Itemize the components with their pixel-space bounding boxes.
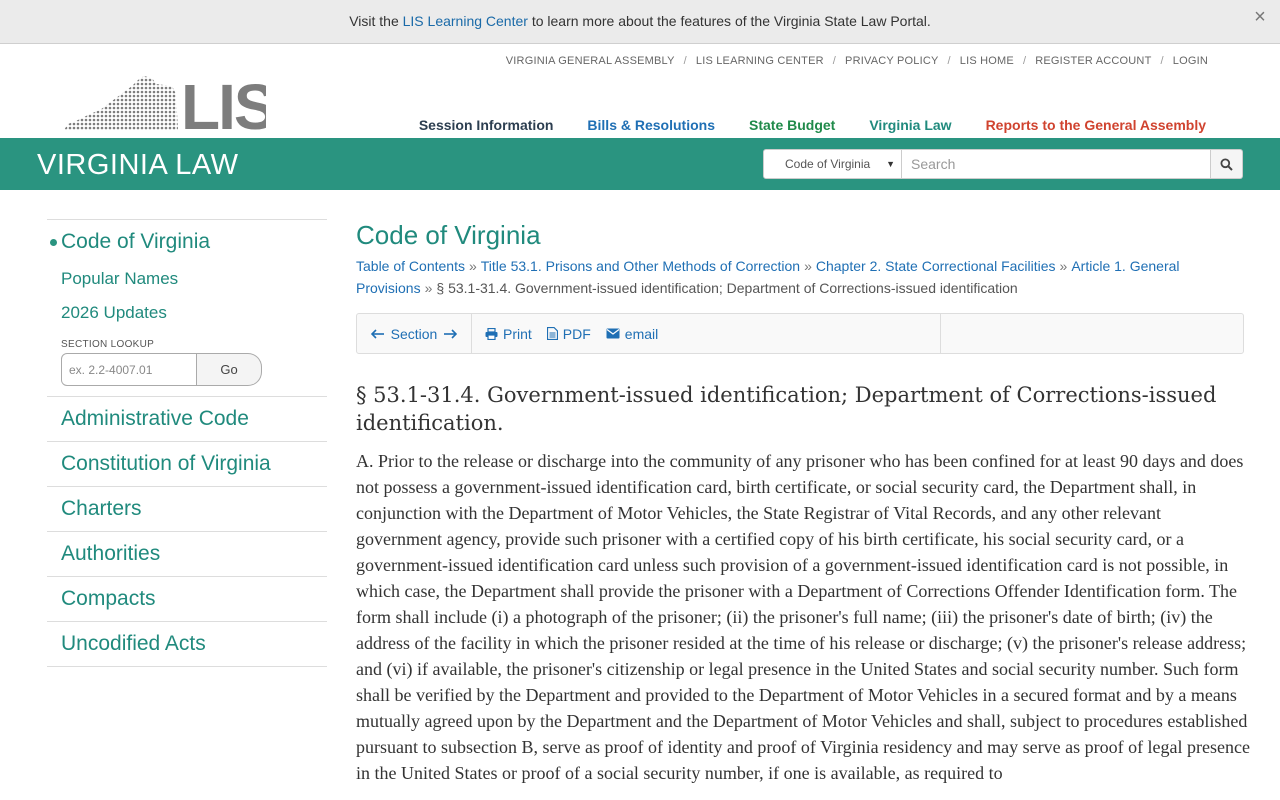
notice-banner: Visit the LIS Learning Center to learn m… [0, 0, 1280, 44]
util-link-learning-center[interactable]: LIS LEARNING CENTER [696, 55, 824, 67]
sidebar-item-charters[interactable]: Charters [47, 487, 327, 532]
section-lookup: Go [61, 353, 327, 386]
print-label: Print [503, 325, 532, 342]
page-title: Code of Virginia [356, 220, 541, 250]
util-separator: / [1160, 55, 1164, 67]
breadcrumb-separator: » [424, 280, 433, 296]
email-button[interactable]: email [606, 326, 658, 342]
email-label: email [624, 325, 659, 342]
search-input[interactable] [902, 149, 1211, 179]
nav-state-budget[interactable]: State Budget [749, 117, 835, 133]
util-link-login[interactable]: LOGIN [1173, 55, 1208, 67]
breadcrumb-chapter[interactable]: Chapter 2. State Correctional Facilities [816, 258, 1056, 274]
search-icon [1220, 158, 1233, 171]
arrow-right-icon[interactable] [443, 328, 458, 339]
section-toolbar: Section Print PDF email [356, 313, 1244, 354]
section-lookup-label: SECTION LOOKUP [61, 339, 155, 350]
util-separator: / [683, 55, 687, 67]
sidebar-item-authorities[interactable]: Authorities [47, 532, 327, 577]
breadcrumb-separator: » [804, 258, 812, 274]
section-actions: Print PDF email [472, 314, 941, 353]
logo-text: LIS [181, 74, 266, 132]
section-heading: § 53.1-31.4. Government-issued identific… [356, 383, 1217, 435]
util-separator: / [947, 55, 951, 67]
sidebar-section-code: Code of Virginia Popular Names 2026 Upda… [47, 220, 327, 397]
active-bullet-icon [50, 239, 57, 246]
lis-logo[interactable]: LIS [64, 74, 266, 132]
site-title[interactable]: VIRGINIA LAW [37, 149, 239, 182]
breadcrumb-current: § 53.1-31.4. Government-issued identific… [436, 280, 1018, 296]
notice-text: Visit the LIS Learning Center to learn m… [0, 13, 1280, 29]
section-navigation: Section [357, 314, 472, 353]
sidebar-item-administrative-code[interactable]: Administrative Code [47, 397, 327, 442]
notice-suffix: to learn more about the features of the … [527, 13, 931, 29]
arrow-left-icon[interactable] [370, 328, 385, 339]
pdf-label: PDF [562, 325, 591, 342]
breadcrumb-table-of-contents[interactable]: Table of Contents [356, 258, 465, 274]
breadcrumb: Table of Contents» Title 53.1. Prisons an… [356, 255, 1251, 299]
breadcrumb-separator: » [468, 258, 477, 274]
search-button[interactable] [1211, 149, 1243, 179]
close-icon[interactable]: × [1250, 6, 1270, 28]
sidebar-item-uncodified-acts[interactable]: Uncodified Acts [47, 622, 327, 667]
util-link-privacy-policy[interactable]: PRIVACY POLICY [845, 55, 938, 67]
section-nav-label: Section [390, 325, 438, 342]
utility-nav: VIRGINIA GENERAL ASSEMBLY / LIS LEARNING… [506, 55, 1208, 67]
main-nav: Session Information Bills & Resolutions … [419, 117, 1206, 133]
site-header-bar: VIRGINIA LAW Code of Virginia ▼ [0, 138, 1280, 190]
envelope-icon [606, 328, 620, 339]
sidebar-item-code-of-virginia[interactable]: Code of Virginia [61, 230, 327, 254]
nav-virginia-law[interactable]: Virginia Law [869, 117, 951, 133]
util-separator: / [1022, 55, 1027, 67]
nav-session-information[interactable]: Session Information [419, 117, 554, 133]
pdf-file-icon [546, 327, 558, 340]
notice-prefix: Visit the [349, 13, 403, 29]
print-button[interactable]: Print [485, 326, 532, 342]
search-bar: Code of Virginia ▼ [763, 149, 1243, 179]
sidebar-item-2026-updates[interactable]: 2026 Updates [61, 303, 327, 323]
search-scope-select[interactable]: Code of Virginia ▼ [763, 149, 902, 179]
util-link-general-assembly[interactable]: VIRGINIA GENERAL ASSEMBLY [506, 55, 675, 67]
section-lookup-input[interactable] [61, 353, 197, 386]
learning-center-link[interactable]: LIS Learning Center [403, 13, 528, 29]
breadcrumb-title[interactable]: Title 53.1. Prisons and Other Methods of… [481, 258, 800, 274]
section-lookup-go-button[interactable]: Go [197, 353, 262, 386]
pdf-button[interactable]: PDF [546, 325, 591, 342]
search-scope-value: Code of Virginia [785, 157, 871, 171]
util-link-lis-home[interactable]: LIS HOME [960, 55, 1014, 67]
sidebar-item-compacts[interactable]: Compacts [47, 577, 327, 622]
print-icon [485, 327, 498, 340]
sidebar-item-popular-names[interactable]: Popular Names [61, 269, 327, 289]
section-body: A. Prior to the release or discharge int… [356, 451, 1250, 783]
nav-bills-resolutions[interactable]: Bills & Resolutions [587, 117, 715, 133]
sidebar: Code of Virginia Popular Names 2026 Upda… [47, 219, 327, 667]
virginia-map-logo-icon: LIS [64, 74, 266, 132]
breadcrumb-separator: » [1059, 258, 1068, 274]
sidebar-item-constitution[interactable]: Constitution of Virginia [47, 442, 327, 487]
main-content: Code of Virginia Table of Contents» Title… [356, 219, 1251, 786]
util-separator: / [832, 55, 837, 67]
chevron-down-icon: ▼ [886, 159, 895, 169]
nav-reports[interactable]: Reports to the General Assembly [986, 117, 1206, 133]
util-link-register[interactable]: REGISTER ACCOUNT [1035, 55, 1151, 67]
